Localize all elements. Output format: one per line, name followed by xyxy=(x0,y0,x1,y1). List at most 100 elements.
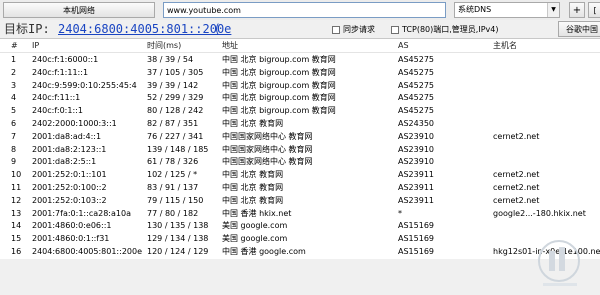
table-row[interactable]: 5 240c:f:0:1::1 80 / 128 / 242 中国 北京 bigrou… xyxy=(0,105,600,116)
table-row[interactable]: 4 240c:f:11::1 52 / 299 / 329 中国 北京 bigroup… xyxy=(0,92,600,103)
cell-ip: 240c:f:11::1 xyxy=(32,93,81,103)
table-row[interactable]: 1 240c:f:1:6000::1 38 / 39 / 54 中国 北京 bigro… xyxy=(0,54,600,65)
cell-address: 中国 北京 教育网 xyxy=(222,183,284,192)
table-row[interactable]: 9 2001:da8:2:5::1 61 / 78 / 326 中国国家网络中心 教育… xyxy=(0,156,600,167)
cell-address: 中国国家网络中心 教育网 xyxy=(222,157,313,167)
cell-as: AS23910 xyxy=(398,131,434,141)
cell-as: AS24350 xyxy=(398,119,434,128)
cell-ip: 2001:da8:ad:4::1 xyxy=(32,131,102,141)
table-row[interactable]: 15 2001:4860:0:1::f31 129 / 134 / 138 美国 go… xyxy=(0,233,600,244)
chevron-down-icon: ▼ xyxy=(547,3,559,17)
cell-address: 中国 香港 google.com xyxy=(222,247,306,256)
checkbox-box[interactable] xyxy=(332,25,340,34)
header-ip[interactable]: IP xyxy=(32,40,39,51)
table-row[interactable]: 2 240c:f:1:11::1 37 / 105 / 305 中国 北京 bigro… xyxy=(0,67,600,78)
header-time[interactable]: 时间(ms) xyxy=(147,40,181,51)
table-header: # IP 时间(ms) 地址 AS 主机名 xyxy=(0,39,600,53)
extra-button[interactable]: [ xyxy=(588,2,600,18)
checkbox-box[interactable] xyxy=(391,25,399,34)
cell-time: 77 / 80 / 182 xyxy=(147,208,199,218)
cell-as: AS15169 xyxy=(398,221,434,231)
target-row: 目标IP: 2404:6800:4005:801::200e ( 同步请求 TC… xyxy=(0,20,600,38)
cell-address: 中国 北京 bigroup.com 教育网 xyxy=(222,55,336,64)
header-address[interactable]: 地址 xyxy=(222,40,238,51)
cell-ip: 240c:f:1:11::1 xyxy=(32,67,89,77)
trace-table: # IP 时间(ms) 地址 AS 主机名 1 240c:f:1:6000::1 3… xyxy=(0,38,600,286)
google-china-button[interactable]: 谷歌中国 xyxy=(558,21,600,37)
cell-time: 39 / 39 / 142 xyxy=(147,80,199,90)
cell-ip: 2001:252:0:100::2 xyxy=(32,183,107,192)
table-row[interactable]: 14 2001:4860:0:e06::1 130 / 135 / 138 美国 go… xyxy=(0,220,600,231)
table-row[interactable]: 10 2001:252:0:1::101 102 / 125 / * 中国 北京 教育… xyxy=(0,169,600,180)
table-row[interactable]: 13 2001:7fa:0:1::ca28:a10a 77 / 80 / 182 中国… xyxy=(0,208,600,219)
target-paren: ( xyxy=(215,22,220,36)
cell-address: 中国 北京 教育网 xyxy=(222,119,284,128)
cell-time: 37 / 105 / 305 xyxy=(147,67,204,77)
sync-request-label: 同步请求 xyxy=(343,25,375,34)
tcp-port-checkbox[interactable]: TCP(80)端口,管理员,IPv4) xyxy=(391,24,498,35)
cell-hostname: cernet2.net xyxy=(493,195,540,205)
dns-select-value: 系统DNS xyxy=(458,5,492,14)
cell-time: 120 / 124 / 129 xyxy=(147,247,209,256)
cell-index: 12 xyxy=(11,195,22,205)
table-row[interactable]: 6 2402:2000:1000:3::1 82 / 87 / 351 中国 北京 教… xyxy=(0,118,600,129)
header-hostname[interactable]: 主机名 xyxy=(493,40,517,51)
cell-index: 1 xyxy=(11,55,17,64)
sync-request-checkbox[interactable]: 同步请求 xyxy=(332,24,375,35)
cell-hostname: cernet2.net xyxy=(493,170,540,180)
cell-address: 中国 北京 bigroup.com 教育网 xyxy=(222,80,336,90)
cell-ip: 240c:f:0:1::1 xyxy=(32,106,83,116)
table-row[interactable]: 8 2001:da8:2:123::1 139 / 148 / 185 中国国家网络中… xyxy=(0,144,600,155)
target-ip-link[interactable]: 2404:6800:4005:801::200e xyxy=(58,20,231,38)
cell-time: 139 / 148 / 185 xyxy=(147,144,209,154)
cell-time: 61 / 78 / 326 xyxy=(147,157,199,167)
cell-address: 中国 北京 教育网 xyxy=(222,195,284,205)
cell-hostname: google2...-180.hkix.net xyxy=(493,208,586,218)
cell-index: 7 xyxy=(11,131,17,141)
cell-as: AS23910 xyxy=(398,157,434,167)
cell-index: 9 xyxy=(11,157,17,167)
cell-index: 13 xyxy=(11,208,22,218)
cell-index: 2 xyxy=(11,67,17,77)
cell-ip: 2404:6800:4005:801::200e xyxy=(32,247,143,256)
cell-address: 中国 北京 bigroup.com 教育网 xyxy=(222,106,336,116)
table-row[interactable]: 12 2001:252:0:103::2 79 / 115 / 150 中国 北京 教… xyxy=(0,195,600,206)
table-row[interactable]: 3 240c:9:599:0:10:255:45:4 39 / 39 / 142 中国… xyxy=(0,80,600,91)
cell-as: AS15169 xyxy=(398,247,434,256)
cell-index: 3 xyxy=(11,80,17,90)
cell-time: 80 / 128 / 242 xyxy=(147,106,204,116)
cell-index: 10 xyxy=(11,170,22,180)
table-row[interactable]: 16 2404:6800:4005:801::200e 120 / 124 / 12… xyxy=(0,246,600,257)
cell-address: 中国 北京 教育网 xyxy=(222,170,284,180)
cell-address: 中国国家网络中心 教育网 xyxy=(222,131,313,141)
cell-time: 130 / 135 / 138 xyxy=(147,221,209,231)
table-row[interactable]: 7 2001:da8:ad:4::1 76 / 227 / 341 中国国家网络中心 … xyxy=(0,131,600,142)
cell-index: 14 xyxy=(11,221,22,231)
cell-as: AS45275 xyxy=(398,80,434,90)
cell-hostname: cernet2.net xyxy=(493,183,540,192)
cell-address: 美国 google.com xyxy=(222,234,288,244)
cell-as: AS23910 xyxy=(398,144,434,154)
header-index[interactable]: # xyxy=(11,40,18,51)
cell-index: 11 xyxy=(11,183,22,192)
cell-ip: 2001:7fa:0:1::ca28:a10a xyxy=(32,208,131,218)
cell-time: 129 / 134 / 138 xyxy=(147,234,209,244)
cell-time: 38 / 39 / 54 xyxy=(147,55,194,64)
cell-as: AS45275 xyxy=(398,93,434,103)
cell-ip: 2001:252:0:1::101 xyxy=(32,170,107,180)
cell-as: AS23911 xyxy=(398,183,434,192)
url-input[interactable] xyxy=(163,2,446,18)
cell-address: 中国 香港 hkix.net xyxy=(222,208,292,218)
header-as[interactable]: AS xyxy=(398,40,409,51)
add-button[interactable]: + xyxy=(569,2,585,18)
cell-index: 6 xyxy=(11,119,17,128)
local-network-button[interactable]: 本机网络 xyxy=(3,2,155,18)
table-row[interactable]: 11 2001:252:0:100::2 83 / 91 / 137 中国 北京 教育… xyxy=(0,182,600,193)
cell-as: AS45275 xyxy=(398,55,434,64)
cell-time: 102 / 125 / * xyxy=(147,170,198,180)
cell-time: 76 / 227 / 341 xyxy=(147,131,204,141)
cell-as: AS23911 xyxy=(398,195,434,205)
dns-select[interactable]: 系统DNS ▼ xyxy=(454,2,560,18)
cell-ip: 240c:9:599:0:10:255:45:4 xyxy=(32,80,137,90)
cell-ip: 2001:da8:2:5::1 xyxy=(32,157,97,167)
